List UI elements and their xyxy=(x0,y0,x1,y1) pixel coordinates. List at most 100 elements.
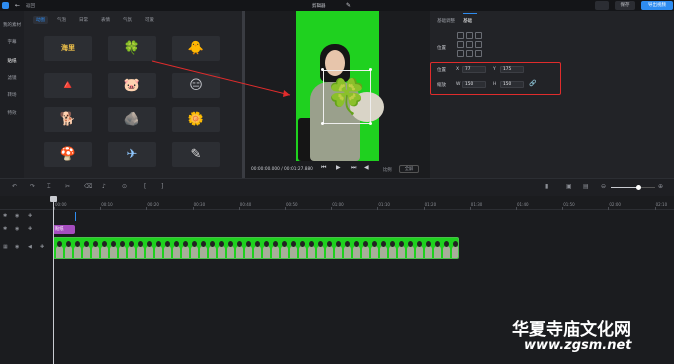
clip-thumbnail xyxy=(281,241,288,258)
clip-thumbnail xyxy=(299,241,306,258)
clip-thumbnail xyxy=(380,241,387,258)
marker xyxy=(75,212,76,221)
playhead[interactable] xyxy=(53,196,54,364)
clip-thumbnail xyxy=(389,241,396,258)
track-text-icon: ✱ xyxy=(3,226,8,232)
ruler-tick-label: 00:50 xyxy=(286,202,298,207)
split-icon[interactable]: ⌶ xyxy=(47,183,51,191)
redo-icon[interactable]: ↷ xyxy=(30,183,35,190)
ruler-tick-label: 00:30 xyxy=(193,202,206,207)
timecode: 00:00:00.000 / 00:01:27.880 xyxy=(251,167,313,172)
clip-thumbnail xyxy=(452,241,458,258)
clip-thumbnail xyxy=(155,241,162,258)
sticker-clip[interactable]: 贴纸 xyxy=(53,225,75,234)
delete-icon[interactable]: ⌫ xyxy=(84,183,92,190)
clip-thumbnail xyxy=(146,241,153,258)
lock-icon[interactable]: ✚ xyxy=(28,226,32,232)
fullscreen-button[interactable]: 全屏 xyxy=(399,165,419,173)
layout-label: 位置 xyxy=(437,46,446,51)
clip-thumbnail xyxy=(182,241,189,258)
audio-icon[interactable]: ♪ xyxy=(102,183,106,190)
clip-thumbnail xyxy=(173,241,180,258)
watermark-title: 华夏寺庙文化网 xyxy=(512,320,631,340)
zoom-slider-knob[interactable] xyxy=(636,185,641,190)
track-sticker-icon: ✱ xyxy=(3,213,8,219)
clip-thumbnail xyxy=(362,241,369,258)
clip-thumbnail xyxy=(110,241,117,258)
volume-icon[interactable]: ◀ xyxy=(364,164,369,171)
cut-icon[interactable]: ✂ xyxy=(65,183,70,190)
clip-thumbnail xyxy=(227,241,234,258)
align-bottom-center[interactable] xyxy=(466,50,473,57)
subtitle-icon[interactable]: ▤ xyxy=(583,183,589,190)
video-clip[interactable] xyxy=(53,237,459,259)
clip-thumbnail xyxy=(398,241,405,258)
tab-basic-adjust[interactable]: 基础调整 xyxy=(437,18,455,24)
align-bottom-left[interactable] xyxy=(457,50,464,57)
playhead-handle[interactable] xyxy=(50,196,57,202)
ruler-tick-label: 00:20 xyxy=(147,202,159,207)
clip-thumbnail xyxy=(209,241,216,258)
bracket-left-icon[interactable]: [ xyxy=(144,183,146,190)
chart-icon[interactable]: ▮ xyxy=(545,183,548,190)
clip-thumbnail xyxy=(353,241,360,258)
clip-thumbnail xyxy=(416,241,423,258)
lock-icon[interactable]: ✚ xyxy=(28,213,32,219)
tab-basic[interactable]: 基础 xyxy=(463,18,472,24)
clip-thumbnail xyxy=(425,241,432,258)
mute-icon[interactable]: ◀ xyxy=(28,244,32,250)
ruler-tick-label: 01:40 xyxy=(517,202,529,207)
zoom-slider-fill xyxy=(611,187,638,188)
lock-icon[interactable]: ✚ xyxy=(40,244,44,250)
ruler-tick-label: 01:30 xyxy=(470,202,483,207)
ruler-tick-label: 01:10 xyxy=(378,202,390,207)
visibility-eye-icon[interactable]: ◉ xyxy=(15,213,19,219)
play-icon[interactable]: ▶ xyxy=(336,164,341,171)
bracket-right-icon[interactable]: ] xyxy=(161,183,163,190)
picture-icon[interactable]: ▣ xyxy=(566,183,572,190)
visibility-eye-icon[interactable]: ◉ xyxy=(15,226,19,232)
zoom-out-icon[interactable]: ⊖ xyxy=(601,183,606,190)
freeze-icon[interactable]: ⊙ xyxy=(122,183,127,190)
align-top-left[interactable] xyxy=(457,32,464,39)
clip-thumbnail xyxy=(443,241,450,258)
tab-indicator xyxy=(463,13,477,14)
zoom-in-icon[interactable]: ⊕ xyxy=(658,183,663,190)
ruler-tick-label: 00:40 xyxy=(239,202,252,207)
ratio-label[interactable]: 比例 xyxy=(383,167,392,173)
next-frame-icon[interactable]: ⏭ xyxy=(351,164,356,172)
clip-thumbnail xyxy=(407,241,414,258)
ruler-tick-label: 01:00 xyxy=(332,202,344,207)
clip-thumbnail xyxy=(83,241,90,258)
annotation-highlight-box xyxy=(430,62,561,95)
clip-thumbnail xyxy=(236,241,243,258)
clip-thumbnail xyxy=(263,241,270,258)
clip-thumbnail xyxy=(290,241,297,258)
undo-icon[interactable]: ↶ xyxy=(12,183,17,190)
clip-thumbnail xyxy=(74,241,81,258)
clip-thumbnail xyxy=(254,241,261,258)
align-top-center[interactable] xyxy=(466,32,473,39)
align-middle-right[interactable] xyxy=(475,41,482,48)
previous-frame-icon[interactable]: ⏮ xyxy=(321,164,326,172)
clip-thumbnail xyxy=(434,241,441,258)
clip-thumbnail xyxy=(101,241,108,258)
clip-thumbnail xyxy=(119,241,126,258)
align-center[interactable] xyxy=(466,41,473,48)
align-top-right[interactable] xyxy=(475,32,482,39)
align-middle-left[interactable] xyxy=(457,41,464,48)
ruler-tick-label: 01:20 xyxy=(424,202,437,207)
watermark-url: www.zgsm.net xyxy=(524,338,632,353)
ruler-tick-label: 01:50 xyxy=(563,202,575,207)
visibility-eye-icon[interactable]: ◉ xyxy=(15,244,19,250)
clip-thumbnail xyxy=(191,241,198,258)
clip-thumbnail xyxy=(128,241,135,258)
ruler-tick-label: 00:10 xyxy=(101,202,113,207)
clip-thumbnail xyxy=(200,241,207,258)
clip-thumbnail xyxy=(371,241,378,258)
align-bottom-right[interactable] xyxy=(475,50,482,57)
clip-thumbnail xyxy=(335,241,342,258)
clip-thumbnail xyxy=(344,241,351,258)
clip-thumbnail xyxy=(56,241,63,258)
clip-thumbnail xyxy=(272,241,279,258)
